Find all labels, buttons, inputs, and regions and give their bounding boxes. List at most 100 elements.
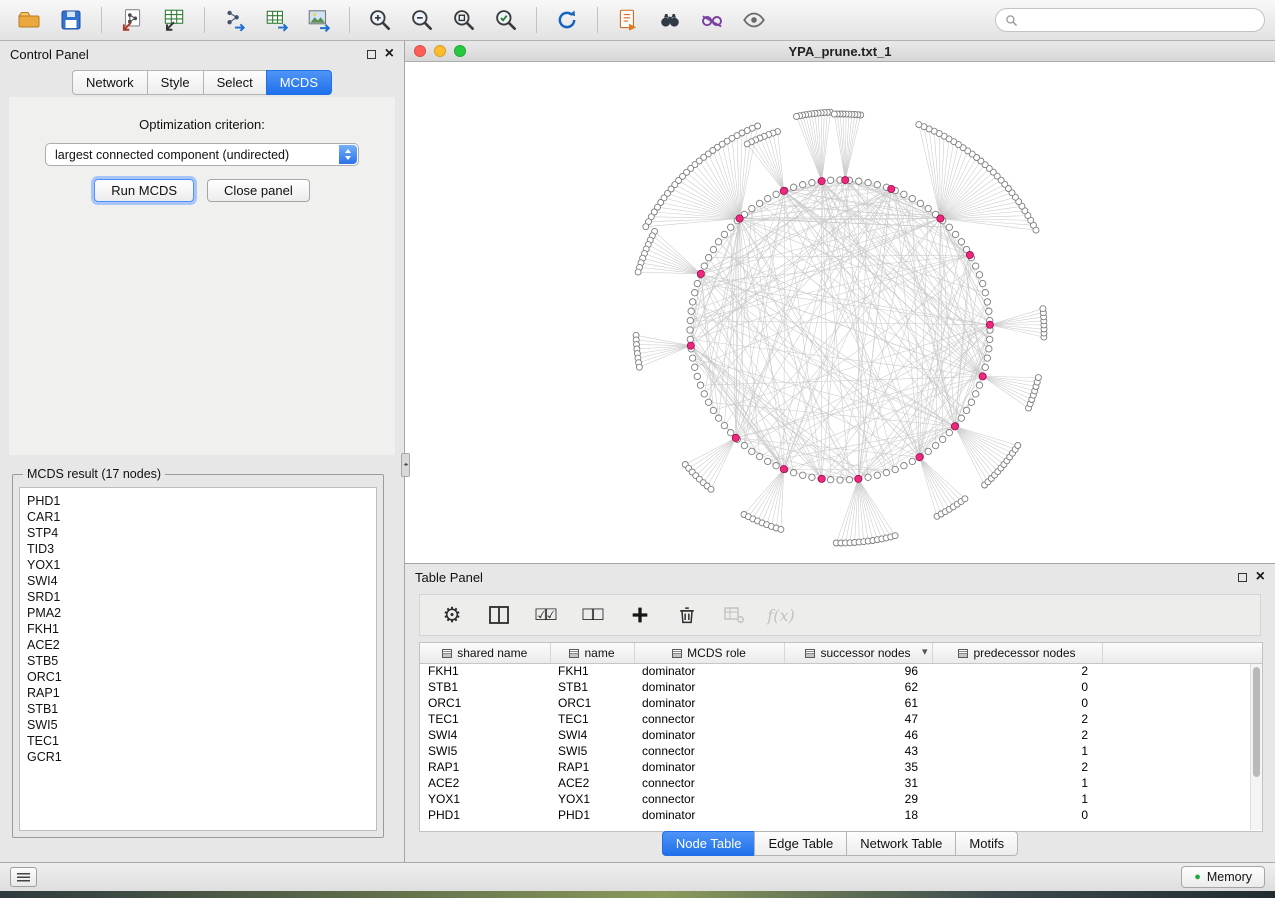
table-cell[interactable]: 2 xyxy=(932,727,1102,743)
close-panel-icon[interactable]: × xyxy=(385,46,394,62)
mcds-result-item[interactable]: ACE2 xyxy=(27,637,369,653)
run-mcds-button[interactable]: Run MCDS xyxy=(94,179,194,202)
table-cell[interactable]: dominator xyxy=(634,807,784,823)
table-cell[interactable] xyxy=(1102,663,1262,679)
table-cell[interactable]: 2 xyxy=(932,711,1102,727)
table-cell[interactable] xyxy=(1102,759,1262,775)
table-cell[interactable]: connector xyxy=(634,791,784,807)
table-cell[interactable] xyxy=(1102,727,1262,743)
zoom-fit-button[interactable] xyxy=(445,4,483,36)
table-row[interactable]: ACE2ACE2connector311 xyxy=(420,775,1262,791)
toggle-columns-button[interactable] xyxy=(485,601,513,629)
deselect-all-button[interactable]: ☐☐ xyxy=(579,601,607,629)
table-cell[interactable]: ACE2 xyxy=(420,775,550,791)
table-cell[interactable]: 43 xyxy=(784,743,932,759)
table-cell[interactable]: connector xyxy=(634,775,784,791)
tab-edge-table[interactable]: Edge Table xyxy=(754,831,846,856)
zoom-out-button[interactable] xyxy=(403,4,441,36)
apply-style-button[interactable] xyxy=(609,4,647,36)
table-cell[interactable]: dominator xyxy=(634,695,784,711)
table-cell[interactable]: SWI4 xyxy=(420,727,550,743)
table-cell[interactable]: RAP1 xyxy=(420,759,550,775)
mcds-result-item[interactable]: STP4 xyxy=(27,525,369,541)
create-column-button[interactable] xyxy=(626,601,654,629)
table-cell[interactable] xyxy=(1102,807,1262,823)
window-close-icon[interactable] xyxy=(414,45,426,57)
table-cell[interactable]: STB1 xyxy=(420,679,550,695)
table-cell[interactable]: 29 xyxy=(784,791,932,807)
panel-splitter-handle[interactable]: ◂▸ xyxy=(401,453,410,477)
close-panel-button[interactable]: Close panel xyxy=(207,179,310,202)
table-row[interactable]: SWI4SWI4dominator462 xyxy=(420,727,1262,743)
float-panel-icon[interactable] xyxy=(1238,573,1247,582)
mcds-result-item[interactable]: STB5 xyxy=(27,653,369,669)
table-row[interactable]: ORC1ORC1dominator610 xyxy=(420,695,1262,711)
tab-motifs[interactable]: Motifs xyxy=(955,831,1018,856)
delete-column-button[interactable] xyxy=(673,601,701,629)
table-cell[interactable]: dominator xyxy=(634,759,784,775)
show-hide-button[interactable] xyxy=(735,4,773,36)
table-cell[interactable]: SWI5 xyxy=(420,743,550,759)
mcds-result-item[interactable]: TID3 xyxy=(27,541,369,557)
table-cell[interactable] xyxy=(1102,775,1262,791)
search-input[interactable] xyxy=(1023,13,1255,27)
mcds-result-list[interactable]: PHD1CAR1STP4TID3YOX1SWI4SRD1PMA2FKH1ACE2… xyxy=(19,487,377,831)
mcds-result-item[interactable]: RAP1 xyxy=(27,685,369,701)
mcds-result-item[interactable]: SWI5 xyxy=(27,717,369,733)
table-cell[interactable]: ACE2 xyxy=(550,775,634,791)
table-row[interactable]: YOX1YOX1connector291 xyxy=(420,791,1262,807)
table-cell[interactable]: ORC1 xyxy=(420,695,550,711)
table-row[interactable]: SWI5SWI5connector431 xyxy=(420,743,1262,759)
mcds-result-item[interactable]: SWI4 xyxy=(27,573,369,589)
hide-details-button[interactable] xyxy=(693,4,731,36)
table-scrollbar[interactable] xyxy=(1250,664,1262,830)
mcds-result-item[interactable]: PHD1 xyxy=(27,493,369,509)
tab-mcds[interactable]: MCDS xyxy=(266,70,332,95)
table-cell[interactable] xyxy=(1102,743,1262,759)
table-cell[interactable]: FKH1 xyxy=(420,663,550,679)
mcds-result-item[interactable]: TEC1 xyxy=(27,733,369,749)
table-row[interactable]: STB1STB1dominator620 xyxy=(420,679,1262,695)
mcds-result-item[interactable]: GCR1 xyxy=(27,749,369,765)
task-history-button[interactable] xyxy=(10,867,37,887)
table-cell[interactable]: dominator xyxy=(634,679,784,695)
table-cell[interactable]: ORC1 xyxy=(550,695,634,711)
tab-node-table[interactable]: Node Table xyxy=(662,831,755,856)
table-cell[interactable]: 2 xyxy=(932,663,1102,679)
table-cell[interactable]: 31 xyxy=(784,775,932,791)
table-cell[interactable]: 18 xyxy=(784,807,932,823)
table-row[interactable]: RAP1RAP1dominator352 xyxy=(420,759,1262,775)
table-cell[interactable] xyxy=(1102,791,1262,807)
table-cell[interactable]: 1 xyxy=(932,775,1102,791)
table-cell[interactable]: 35 xyxy=(784,759,932,775)
window-minimize-icon[interactable] xyxy=(434,45,446,57)
zoom-in-button[interactable] xyxy=(361,4,399,36)
table-cell[interactable]: RAP1 xyxy=(550,759,634,775)
column-header-predecessor-nodes[interactable]: predecessor nodes xyxy=(932,643,1102,663)
mcds-result-item[interactable]: PMA2 xyxy=(27,605,369,621)
import-table-button[interactable] xyxy=(155,4,193,36)
table-cell[interactable] xyxy=(1102,695,1262,711)
mcds-result-item[interactable]: SRD1 xyxy=(27,589,369,605)
table-cell[interactable]: 0 xyxy=(932,679,1102,695)
table-cell[interactable]: TEC1 xyxy=(420,711,550,727)
table-cell[interactable]: 46 xyxy=(784,727,932,743)
table-cell[interactable]: connector xyxy=(634,711,784,727)
table-cell[interactable]: connector xyxy=(634,743,784,759)
table-cell[interactable]: 1 xyxy=(932,743,1102,759)
export-network-button[interactable] xyxy=(216,4,254,36)
close-panel-icon[interactable]: × xyxy=(1256,569,1265,585)
export-image-button[interactable] xyxy=(300,4,338,36)
refresh-button[interactable] xyxy=(548,4,586,36)
table-cell[interactable]: 2 xyxy=(932,759,1102,775)
tab-network-table[interactable]: Network Table xyxy=(846,831,955,856)
table-row[interactable]: TEC1TEC1connector472 xyxy=(420,711,1262,727)
table-row[interactable]: FKH1FKH1dominator962 xyxy=(420,663,1262,679)
table-cell[interactable]: SWI4 xyxy=(550,727,634,743)
table-cell[interactable]: PHD1 xyxy=(420,807,550,823)
table-cell[interactable]: 62 xyxy=(784,679,932,695)
table-scrollbar-thumb[interactable] xyxy=(1253,667,1260,777)
select-all-button[interactable]: ☑☑ xyxy=(532,601,560,629)
column-header-mcds-role[interactable]: MCDS role xyxy=(634,643,784,663)
save-session-button[interactable] xyxy=(52,4,90,36)
